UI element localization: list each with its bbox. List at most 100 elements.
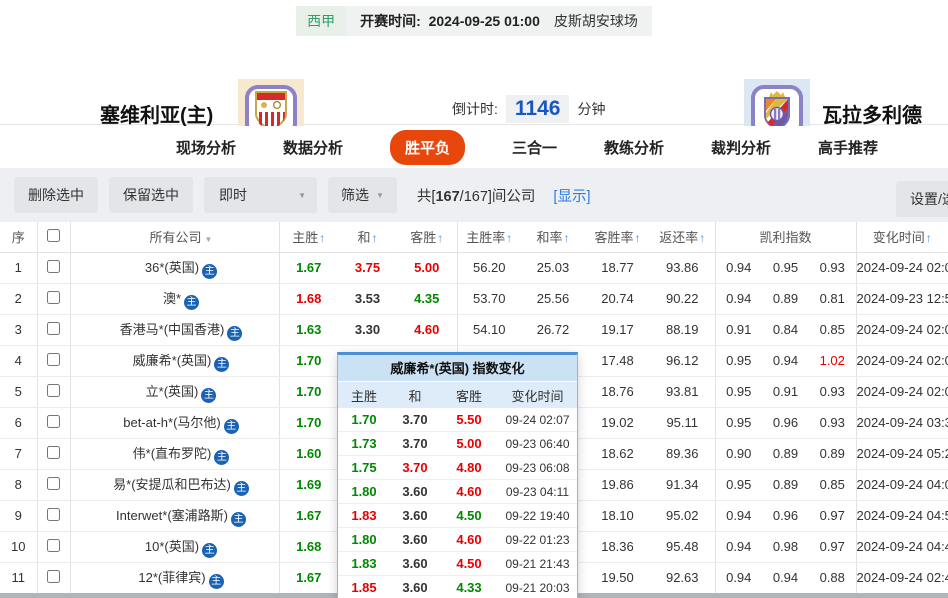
popup-draw-odds: 3.70 bbox=[390, 436, 440, 451]
popup-col-lose: 客胜 bbox=[440, 386, 498, 405]
popup-win-odds: 1.80 bbox=[338, 484, 390, 499]
odds-change-popup: 威廉希*(英国) 指数变化 主胜 和 客胜 变化时间 1.703.705.500… bbox=[337, 352, 578, 598]
row-seq: 6 bbox=[0, 407, 37, 438]
show-link[interactable]: [显示] bbox=[553, 185, 590, 206]
popup-history-row: 1.833.604.5009-22 19:40 bbox=[338, 504, 577, 528]
company-name[interactable]: 立*(英国)主 bbox=[70, 376, 279, 407]
row-seq: 3 bbox=[0, 314, 37, 345]
popup-history-row: 1.853.604.3309-21 20:03 bbox=[338, 576, 577, 598]
draw-rate-cell: 26.72 bbox=[521, 314, 585, 345]
venue-name: 皮斯胡安球场 bbox=[552, 6, 652, 36]
company-name[interactable]: 香港马*(中国香港)主 bbox=[70, 314, 279, 345]
odds-table-row[interactable]: 2澳*主1.683.534.3553.7025.5620.7490.220.94… bbox=[0, 283, 948, 314]
row-checkbox[interactable] bbox=[47, 446, 60, 459]
change-time-cell: 2024-09-24 05:21 bbox=[856, 438, 948, 469]
select-all-checkbox[interactable] bbox=[47, 229, 60, 242]
row-checkbox[interactable] bbox=[47, 415, 60, 428]
kelly-win-cell: 0.94 bbox=[715, 283, 762, 314]
row-checkbox[interactable] bbox=[47, 570, 60, 583]
company-name[interactable]: 易*(安提瓜和巴布达)主 bbox=[70, 469, 279, 500]
company-name[interactable]: 36*(英国)主 bbox=[70, 252, 279, 283]
col-lose-sort[interactable]: 客胜↑ bbox=[397, 222, 457, 252]
change-time-cell: 2024-09-24 02:08 bbox=[856, 345, 948, 376]
delete-selected-button[interactable]: 删除选中 bbox=[14, 177, 98, 213]
row-checkbox-cell bbox=[37, 562, 70, 593]
company-name[interactable]: Interwet*(塞浦路斯)主 bbox=[70, 500, 279, 531]
col-return-rate-sort[interactable]: 返还率↑ bbox=[650, 222, 715, 252]
col-company[interactable]: 所有公司▼ bbox=[70, 222, 279, 252]
tab-教练分析[interactable]: 教练分析 bbox=[604, 137, 664, 158]
col-draw-rate-sort[interactable]: 和率↑ bbox=[521, 222, 585, 252]
kelly-draw-cell: 0.89 bbox=[762, 469, 809, 500]
kickoff-label: 开赛时间: bbox=[360, 13, 421, 29]
row-checkbox[interactable] bbox=[47, 477, 60, 490]
odds-table-row[interactable]: 3香港马*(中国香港)主1.633.304.6054.1026.7219.178… bbox=[0, 314, 948, 345]
company-name[interactable]: bet-at-h*(马尔他)主 bbox=[70, 407, 279, 438]
main-odds-badge-icon: 主 bbox=[224, 419, 239, 434]
sort-asc-icon: ↑ bbox=[372, 231, 378, 245]
tab-数据分析[interactable]: 数据分析 bbox=[283, 137, 343, 158]
tab-三合一[interactable]: 三合一 bbox=[512, 137, 557, 158]
away-team-name: 瓦拉多利德 bbox=[822, 99, 922, 128]
col-change-time-sort[interactable]: 变化时间↑ bbox=[856, 222, 948, 252]
kelly-lose-cell: 0.97 bbox=[809, 500, 856, 531]
chevron-down-icon: ▼ bbox=[298, 191, 306, 200]
row-checkbox[interactable] bbox=[47, 260, 60, 273]
kelly-lose-cell: 0.85 bbox=[809, 469, 856, 500]
popup-win-odds: 1.83 bbox=[338, 508, 390, 523]
settings-select-button[interactable]: 设置/选择 bbox=[896, 181, 948, 217]
win-odds-cell: 1.63 bbox=[279, 314, 338, 345]
change-time-cell: 2024-09-24 04:48 bbox=[856, 531, 948, 562]
popup-draw-odds: 3.60 bbox=[390, 484, 440, 499]
row-checkbox-cell bbox=[37, 531, 70, 562]
odds-table-row[interactable]: 136*(英国)主1.673.755.0056.2025.0318.7793.8… bbox=[0, 252, 948, 283]
popup-history-row: 1.803.604.6009-22 01:23 bbox=[338, 528, 577, 552]
row-seq: 7 bbox=[0, 438, 37, 469]
tab-高手推荐[interactable]: 高手推荐 bbox=[818, 137, 878, 158]
filter-dropdown[interactable]: 筛选 ▼ bbox=[328, 177, 397, 213]
main-odds-badge-icon: 主 bbox=[202, 264, 217, 279]
company-name[interactable]: 澳*主 bbox=[70, 283, 279, 314]
main-odds-badge-icon: 主 bbox=[209, 574, 224, 589]
main-odds-badge-icon: 主 bbox=[214, 357, 229, 372]
chevron-down-icon: ▼ bbox=[205, 235, 213, 244]
return-rate-cell: 88.19 bbox=[650, 314, 715, 345]
company-name[interactable]: 威廉希*(英国)主 bbox=[70, 345, 279, 376]
row-checkbox[interactable] bbox=[47, 539, 60, 552]
select-all-cell bbox=[37, 222, 70, 252]
row-seq: 1 bbox=[0, 252, 37, 283]
row-checkbox[interactable] bbox=[47, 322, 60, 335]
company-count-text: 共[167/167]间公司 bbox=[417, 185, 536, 206]
keep-selected-button[interactable]: 保留选中 bbox=[109, 177, 193, 213]
kickoff-value: 2024-09-25 01:00 bbox=[429, 13, 540, 29]
tab-胜平负[interactable]: 胜平负 bbox=[390, 130, 465, 165]
row-checkbox-cell bbox=[37, 252, 70, 283]
row-checkbox[interactable] bbox=[47, 508, 60, 521]
col-lose-rate-sort[interactable]: 客胜率↑ bbox=[585, 222, 650, 252]
row-checkbox[interactable] bbox=[47, 384, 60, 397]
lose-rate-cell: 18.36 bbox=[585, 531, 650, 562]
col-win-sort[interactable]: 主胜↑ bbox=[279, 222, 338, 252]
row-checkbox[interactable] bbox=[47, 353, 60, 366]
col-draw-sort[interactable]: 和↑ bbox=[338, 222, 397, 252]
popup-history-row: 1.753.704.8009-23 06:08 bbox=[338, 456, 577, 480]
popup-change-time: 09-21 21:43 bbox=[498, 557, 577, 571]
return-rate-cell: 92.63 bbox=[650, 562, 715, 593]
win-rate-cell: 54.10 bbox=[457, 314, 521, 345]
kelly-win-cell: 0.95 bbox=[715, 407, 762, 438]
kelly-lose-cell: 0.97 bbox=[809, 531, 856, 562]
row-checkbox[interactable] bbox=[47, 291, 60, 304]
row-seq: 5 bbox=[0, 376, 37, 407]
odds-mode-dropdown[interactable]: 即时 ▼ bbox=[204, 177, 317, 213]
win-odds-cell: 1.70 bbox=[279, 376, 338, 407]
tab-现场分析[interactable]: 现场分析 bbox=[176, 137, 236, 158]
company-name[interactable]: 10*(英国)主 bbox=[70, 531, 279, 562]
popup-draw-odds: 3.60 bbox=[390, 556, 440, 571]
main-odds-badge-icon: 主 bbox=[234, 481, 249, 496]
col-win-rate-sort[interactable]: 主胜率↑ bbox=[457, 222, 521, 252]
tab-裁判分析[interactable]: 裁判分析 bbox=[711, 137, 771, 158]
company-name[interactable]: 伟*(直布罗陀)主 bbox=[70, 438, 279, 469]
kelly-win-cell: 0.95 bbox=[715, 469, 762, 500]
company-name[interactable]: 12*(菲律宾)主 bbox=[70, 562, 279, 593]
kelly-win-cell: 0.95 bbox=[715, 345, 762, 376]
